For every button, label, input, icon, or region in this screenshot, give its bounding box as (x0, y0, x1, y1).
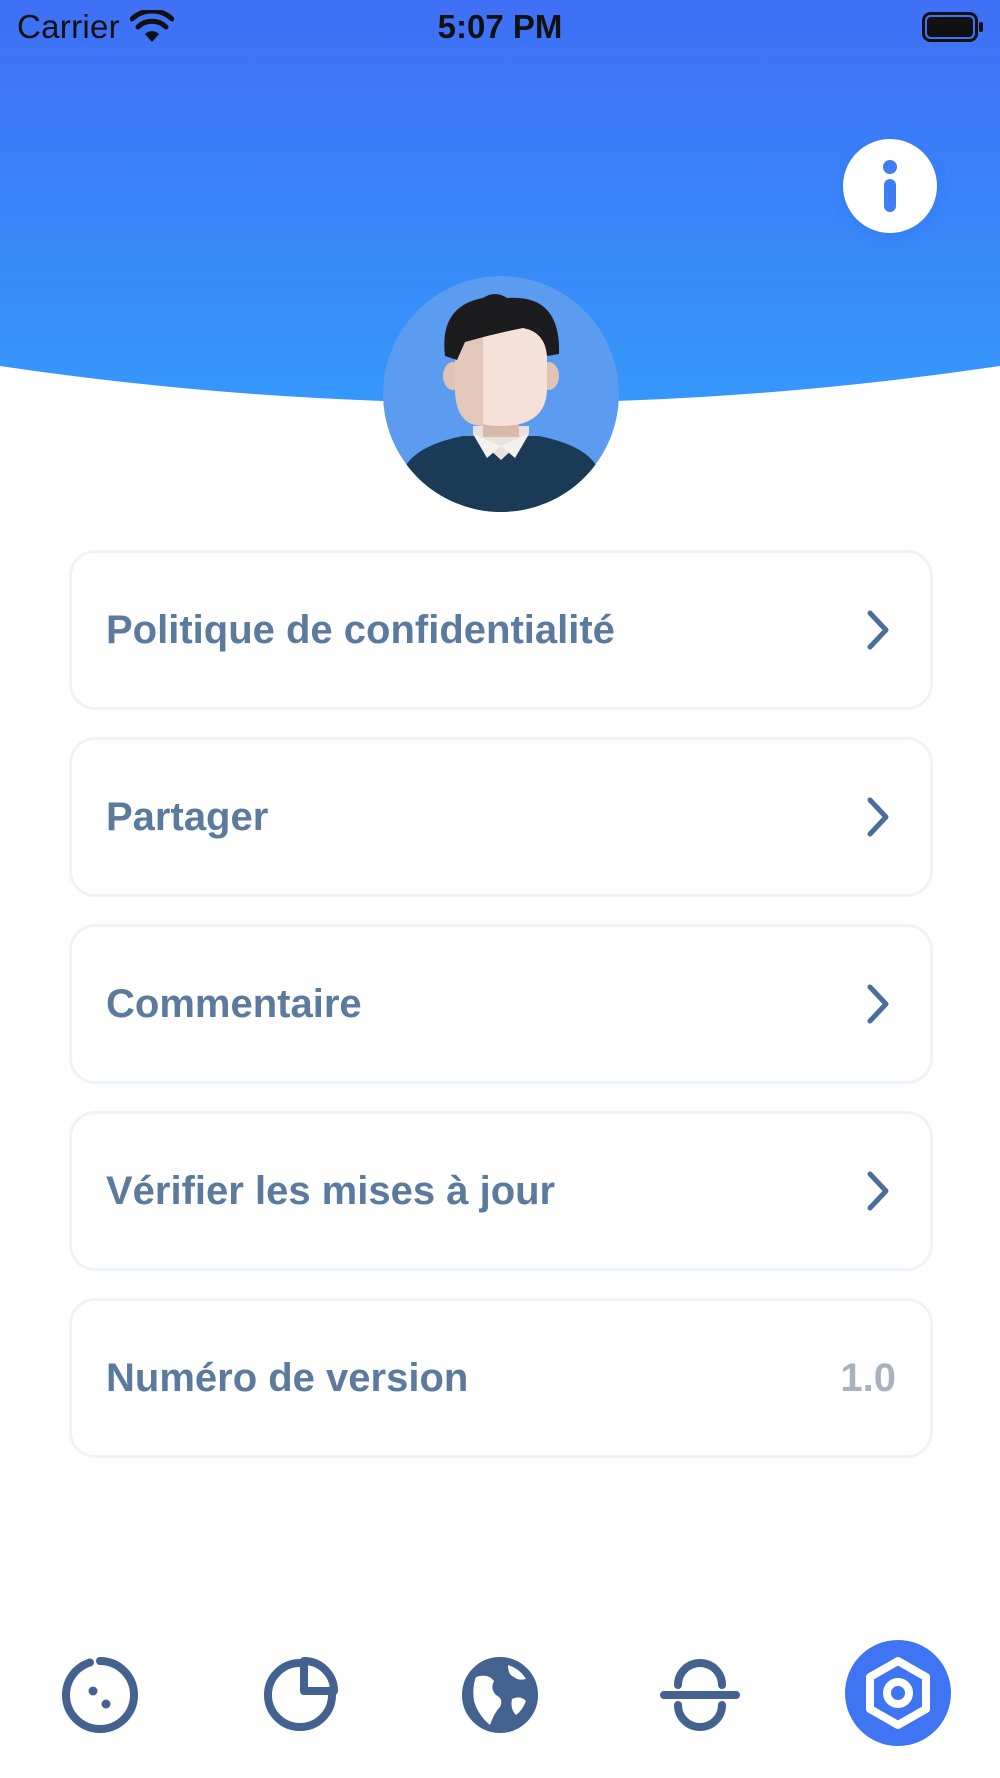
menu-item-check-updates[interactable]: Vérifier les mises à jour (69, 1111, 933, 1271)
pie-chart-icon (264, 1657, 338, 1731)
tab-dial[interactable] (45, 1640, 155, 1750)
tab-bar (0, 1640, 1000, 1760)
menu-item-label: Vérifier les mises à jour (106, 1168, 556, 1213)
menu-item-label: Commentaire (106, 981, 362, 1026)
settings-menu: Politique de confidentialité Partager Co… (69, 550, 933, 1485)
menu-item-feedback[interactable]: Commentaire (69, 924, 933, 1084)
menu-item-version: Numéro de version 1.0 (69, 1298, 933, 1458)
info-button[interactable] (843, 139, 937, 233)
menu-item-privacy-policy[interactable]: Politique de confidentialité (69, 550, 933, 710)
user-avatar-icon (383, 276, 619, 512)
chevron-right-icon (867, 610, 889, 650)
tab-globe[interactable] (445, 1640, 555, 1750)
settings-hexagon-icon (866, 1657, 930, 1729)
chevron-right-icon (867, 984, 889, 1024)
tab-settings[interactable] (845, 1640, 951, 1746)
version-value: 1.0 (840, 1355, 896, 1400)
info-icon (883, 160, 897, 212)
chevron-right-icon (867, 797, 889, 837)
tab-strikethrough[interactable] (645, 1640, 755, 1750)
globe-icon (462, 1657, 538, 1733)
version-label: Numéro de version (106, 1355, 469, 1400)
tab-statistics[interactable] (245, 1640, 355, 1750)
menu-item-label: Partager (106, 794, 269, 839)
menu-item-label: Politique de confidentialité (106, 607, 615, 652)
menu-item-share[interactable]: Partager (69, 737, 933, 897)
status-time: 5:07 PM (437, 8, 563, 45)
status-bar: Carrier 5:07 PM (0, 0, 1000, 56)
battery-icon (922, 12, 984, 47)
dial-icon (62, 1657, 138, 1733)
avatar (383, 276, 619, 512)
chevron-right-icon (867, 1171, 889, 1211)
strikethrough-icon (660, 1659, 740, 1731)
